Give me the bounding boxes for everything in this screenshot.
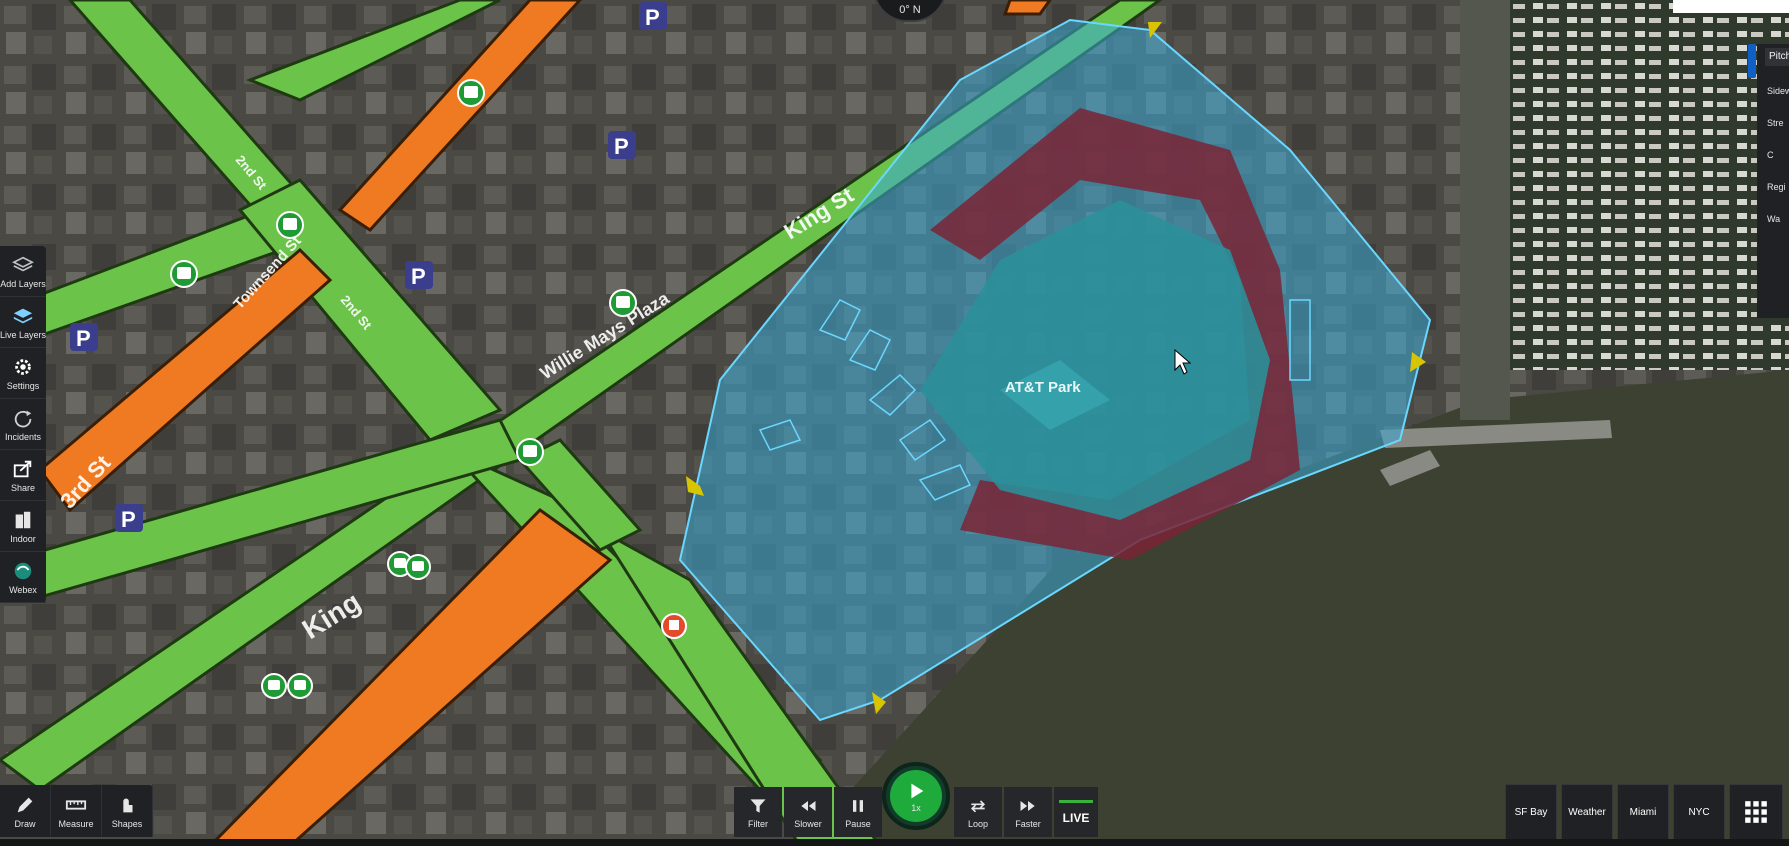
bus-stop-icon[interactable] — [405, 554, 431, 580]
incident-marker-icon[interactable] — [661, 613, 687, 639]
pause-label: Pause — [845, 818, 871, 829]
incidents-icon — [14, 410, 32, 427]
indoor-button[interactable]: Indoor — [0, 501, 46, 552]
webex-label: Webex — [9, 584, 37, 595]
panel-row[interactable]: C — [1767, 150, 1774, 160]
grid-icon — [1745, 801, 1767, 823]
draw-label: Draw — [14, 818, 36, 829]
faster-button[interactable]: Faster — [1004, 787, 1052, 837]
faster-label: Faster — [1015, 818, 1041, 829]
webex-button[interactable]: Webex — [0, 552, 46, 603]
shapes-label: Shapes — [111, 818, 143, 829]
top-right-strip — [1673, 0, 1789, 13]
region-label: Miami — [1629, 806, 1657, 818]
settings-button[interactable]: Settings — [0, 348, 46, 399]
indoor-label: Indoor — [10, 533, 36, 544]
settings-label: Settings — [6, 380, 40, 391]
measure-label: Measure — [58, 818, 94, 829]
pause-button[interactable]: Pause — [834, 787, 882, 837]
panel-drag-handle[interactable] — [1748, 44, 1756, 78]
gear-icon — [15, 358, 31, 375]
play-button-inner: 1x — [890, 770, 942, 822]
incidents-button[interactable]: Incidents — [0, 399, 46, 450]
live-label: LIVE — [1062, 810, 1090, 825]
panel-row[interactable]: Wa — [1767, 214, 1780, 224]
compass-heading: 0° N — [899, 4, 921, 16]
apps-grid-button[interactable] — [1729, 784, 1783, 840]
region-button-sf-bay[interactable]: SF Bay — [1505, 784, 1557, 840]
pier-walkway — [1460, 0, 1510, 420]
slower-button[interactable]: Slower — [784, 787, 832, 837]
parking-icon[interactable]: P — [405, 261, 433, 289]
webex-icon — [14, 562, 32, 579]
fast-forward-icon — [1020, 800, 1035, 811]
region-label: SF Bay — [1514, 806, 1548, 818]
filter-label: Filter — [748, 818, 768, 829]
slower-label: Slower — [794, 818, 822, 829]
region-label: Weather — [1568, 806, 1606, 818]
live-indicator-bar — [1059, 799, 1093, 803]
pause-icon — [853, 799, 863, 812]
park-label: AT&T Park — [1005, 379, 1081, 396]
ruler-icon — [65, 799, 87, 810]
incidents-label: Incidents — [4, 431, 42, 442]
add-layers-icon — [12, 256, 34, 271]
shapes-button[interactable]: Shapes — [102, 785, 153, 837]
svg-text:P: P — [76, 326, 91, 351]
draw-button[interactable]: Draw — [0, 785, 51, 837]
parking-icon[interactable]: P — [608, 131, 636, 159]
map-view[interactable]: AT&T Park King St Willie Mays Plaza Town… — [0, 0, 1789, 846]
rewind-icon — [801, 800, 816, 811]
panel-title[interactable]: Pitch — [1765, 48, 1789, 66]
panel-row[interactable]: Sidew — [1767, 86, 1789, 96]
playback-controls: Filter Slower Pause 1x Loop Faster LIVE — [734, 762, 1100, 839]
play-icon — [911, 783, 924, 798]
live-layers-button[interactable]: Live Layers — [0, 297, 46, 348]
bus-stop-icon[interactable] — [516, 438, 544, 466]
region-button-miami[interactable]: Miami — [1617, 784, 1669, 840]
bus-stop-icon[interactable] — [276, 211, 304, 239]
panel-row[interactable]: Regi — [1767, 182, 1786, 192]
svg-text:P: P — [411, 264, 426, 289]
loop-icon — [970, 799, 986, 812]
live-layers-label: Live Layers — [0, 329, 47, 340]
region-button-weather[interactable]: Weather — [1561, 784, 1613, 840]
bottom-tools: Draw Measure Shapes — [0, 785, 153, 837]
filter-button[interactable]: Filter — [734, 787, 782, 837]
right-settings-panel: Pitch Sidew Stre C Regi Wa — [1757, 44, 1789, 318]
parking-icon[interactable]: P — [115, 504, 143, 532]
parking-icon[interactable]: P — [70, 323, 98, 351]
add-layers-label: Add Layers — [0, 278, 46, 289]
svg-text:P: P — [614, 134, 629, 159]
svg-text:P: P — [645, 5, 660, 30]
bus-stop-icon[interactable] — [609, 289, 637, 317]
pencil-icon — [17, 797, 33, 812]
bus-stop-icon[interactable] — [261, 673, 287, 699]
region-button-nyc[interactable]: NYC — [1673, 784, 1725, 840]
play-button[interactable]: 1x — [882, 762, 950, 830]
building-icon — [15, 511, 31, 528]
panel-row[interactable]: Stre — [1767, 118, 1784, 128]
loop-label: Loop — [967, 818, 989, 829]
filter-icon — [750, 798, 766, 813]
add-layers-button[interactable]: Add Layers — [0, 246, 46, 297]
left-toolbar: Add Layers Live Layers Settings Incident… — [0, 246, 46, 603]
share-label: Share — [10, 482, 36, 493]
share-button[interactable]: Share — [0, 450, 46, 501]
region-label: NYC — [1688, 806, 1710, 818]
share-icon — [13, 460, 32, 477]
shapes-icon — [123, 798, 133, 812]
svg-text:P: P — [121, 507, 136, 532]
parking-icon[interactable]: P — [639, 2, 667, 30]
loop-button[interactable]: Loop — [954, 787, 1002, 837]
timeline-strip[interactable] — [0, 839, 1789, 846]
live-button[interactable]: LIVE — [1054, 787, 1098, 837]
speed-label: 1x — [911, 802, 921, 813]
measure-button[interactable]: Measure — [51, 785, 102, 837]
bus-stop-icon[interactable] — [457, 79, 485, 107]
bus-stop-icon[interactable] — [170, 260, 198, 288]
bus-stop-icon[interactable] — [287, 673, 313, 699]
live-layers-icon — [13, 308, 33, 323]
